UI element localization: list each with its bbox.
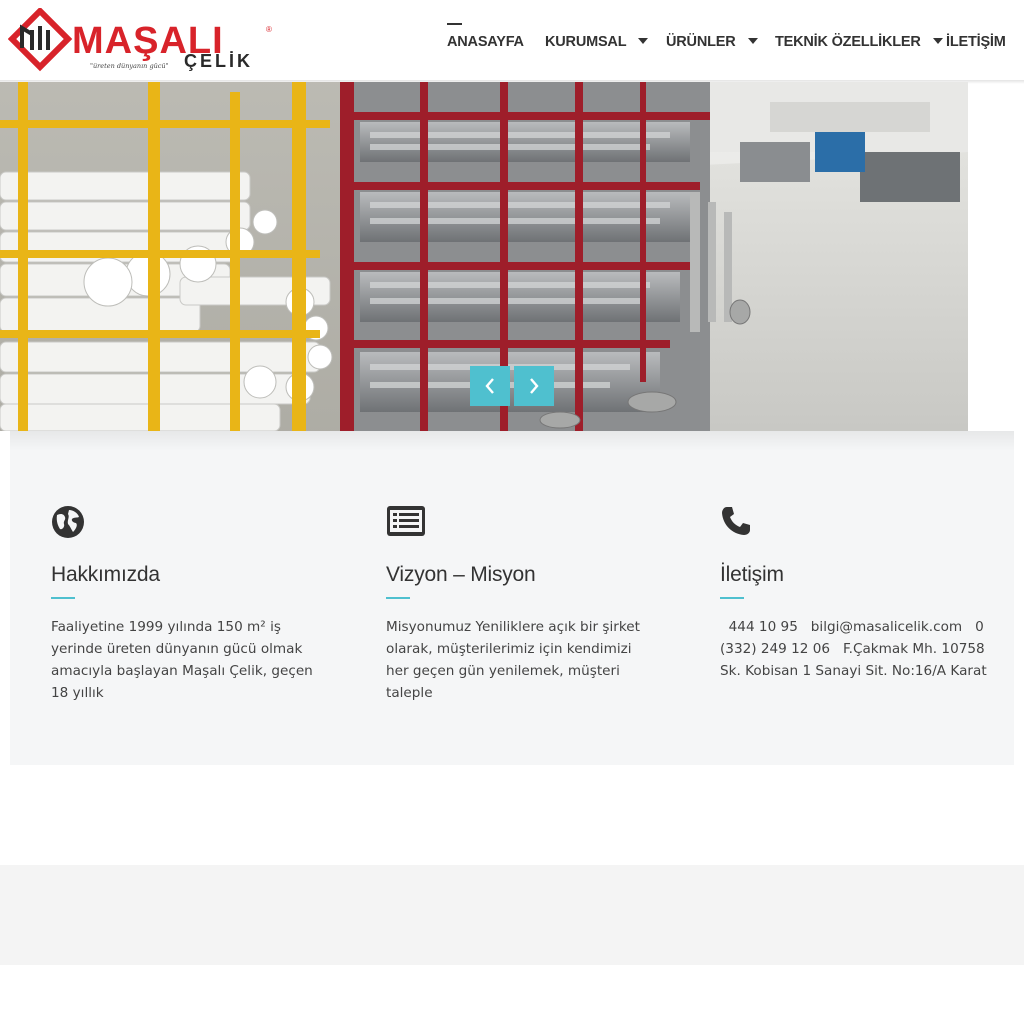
site-header: MAŞALI ® "üreten dünyanın gücü" ÇELİK AN… [0, 0, 1024, 82]
caret-down-icon [638, 38, 649, 45]
feature-text: 444 10 95 bilgi@masalicelik.com 0 (332) … [720, 619, 989, 679]
nav-item-label: KURUMSAL [545, 34, 627, 50]
feature-text: Misyonumuz Yeniliklere açık bir şirket o… [386, 619, 640, 701]
nav-item-teknik-ozellikler[interactable]: TEKNİK ÖZELLİKLER [775, 33, 943, 51]
nav-item-label: TEKNİK ÖZELLİKLER [775, 34, 921, 50]
chevron-right-icon [530, 378, 539, 394]
nav-active-indicator [447, 23, 462, 25]
nav-item-iletisim[interactable]: İLETİŞİM [946, 33, 1006, 51]
chevron-left-icon [485, 378, 494, 394]
nav-item-label: ÜRÜNLER [666, 34, 736, 50]
nav-item-label: ANASAYFA [447, 34, 524, 50]
caret-down-icon [747, 38, 758, 45]
title-underline [386, 597, 410, 599]
features-top-shadow [10, 431, 1014, 451]
footer-band [0, 865, 1024, 965]
phone-icon [720, 505, 752, 542]
title-underline [51, 597, 75, 599]
nav-item-urunler[interactable]: ÜRÜNLER [666, 33, 758, 51]
caret-down-icon [932, 38, 943, 45]
features-section: Hakkımızda Faaliyetine 1999 yılında 150 … [10, 431, 1014, 765]
list-alt-icon [386, 505, 426, 542]
slider-next-button[interactable] [514, 366, 554, 406]
nav-item-label: İLETİŞİM [946, 34, 1006, 50]
slider-prev-button[interactable] [470, 366, 510, 406]
feature-title: İletişim [720, 563, 784, 586]
nav-item-kurumsal[interactable]: KURUMSAL [545, 33, 649, 51]
main-nav: ANASAYFA KURUMSAL ÜRÜNLER TEKNİK ÖZELLİK… [0, 0, 1024, 82]
feature-title: Vizyon – Misyon [386, 563, 536, 586]
globe-icon [51, 505, 85, 544]
feature-text: Faaliyetine 1999 yılında 150 m² iş yerin… [51, 619, 313, 701]
title-underline [720, 597, 744, 599]
nav-item-anasayfa[interactable]: ANASAYFA [447, 33, 524, 51]
feature-title: Hakkımızda [51, 563, 160, 586]
